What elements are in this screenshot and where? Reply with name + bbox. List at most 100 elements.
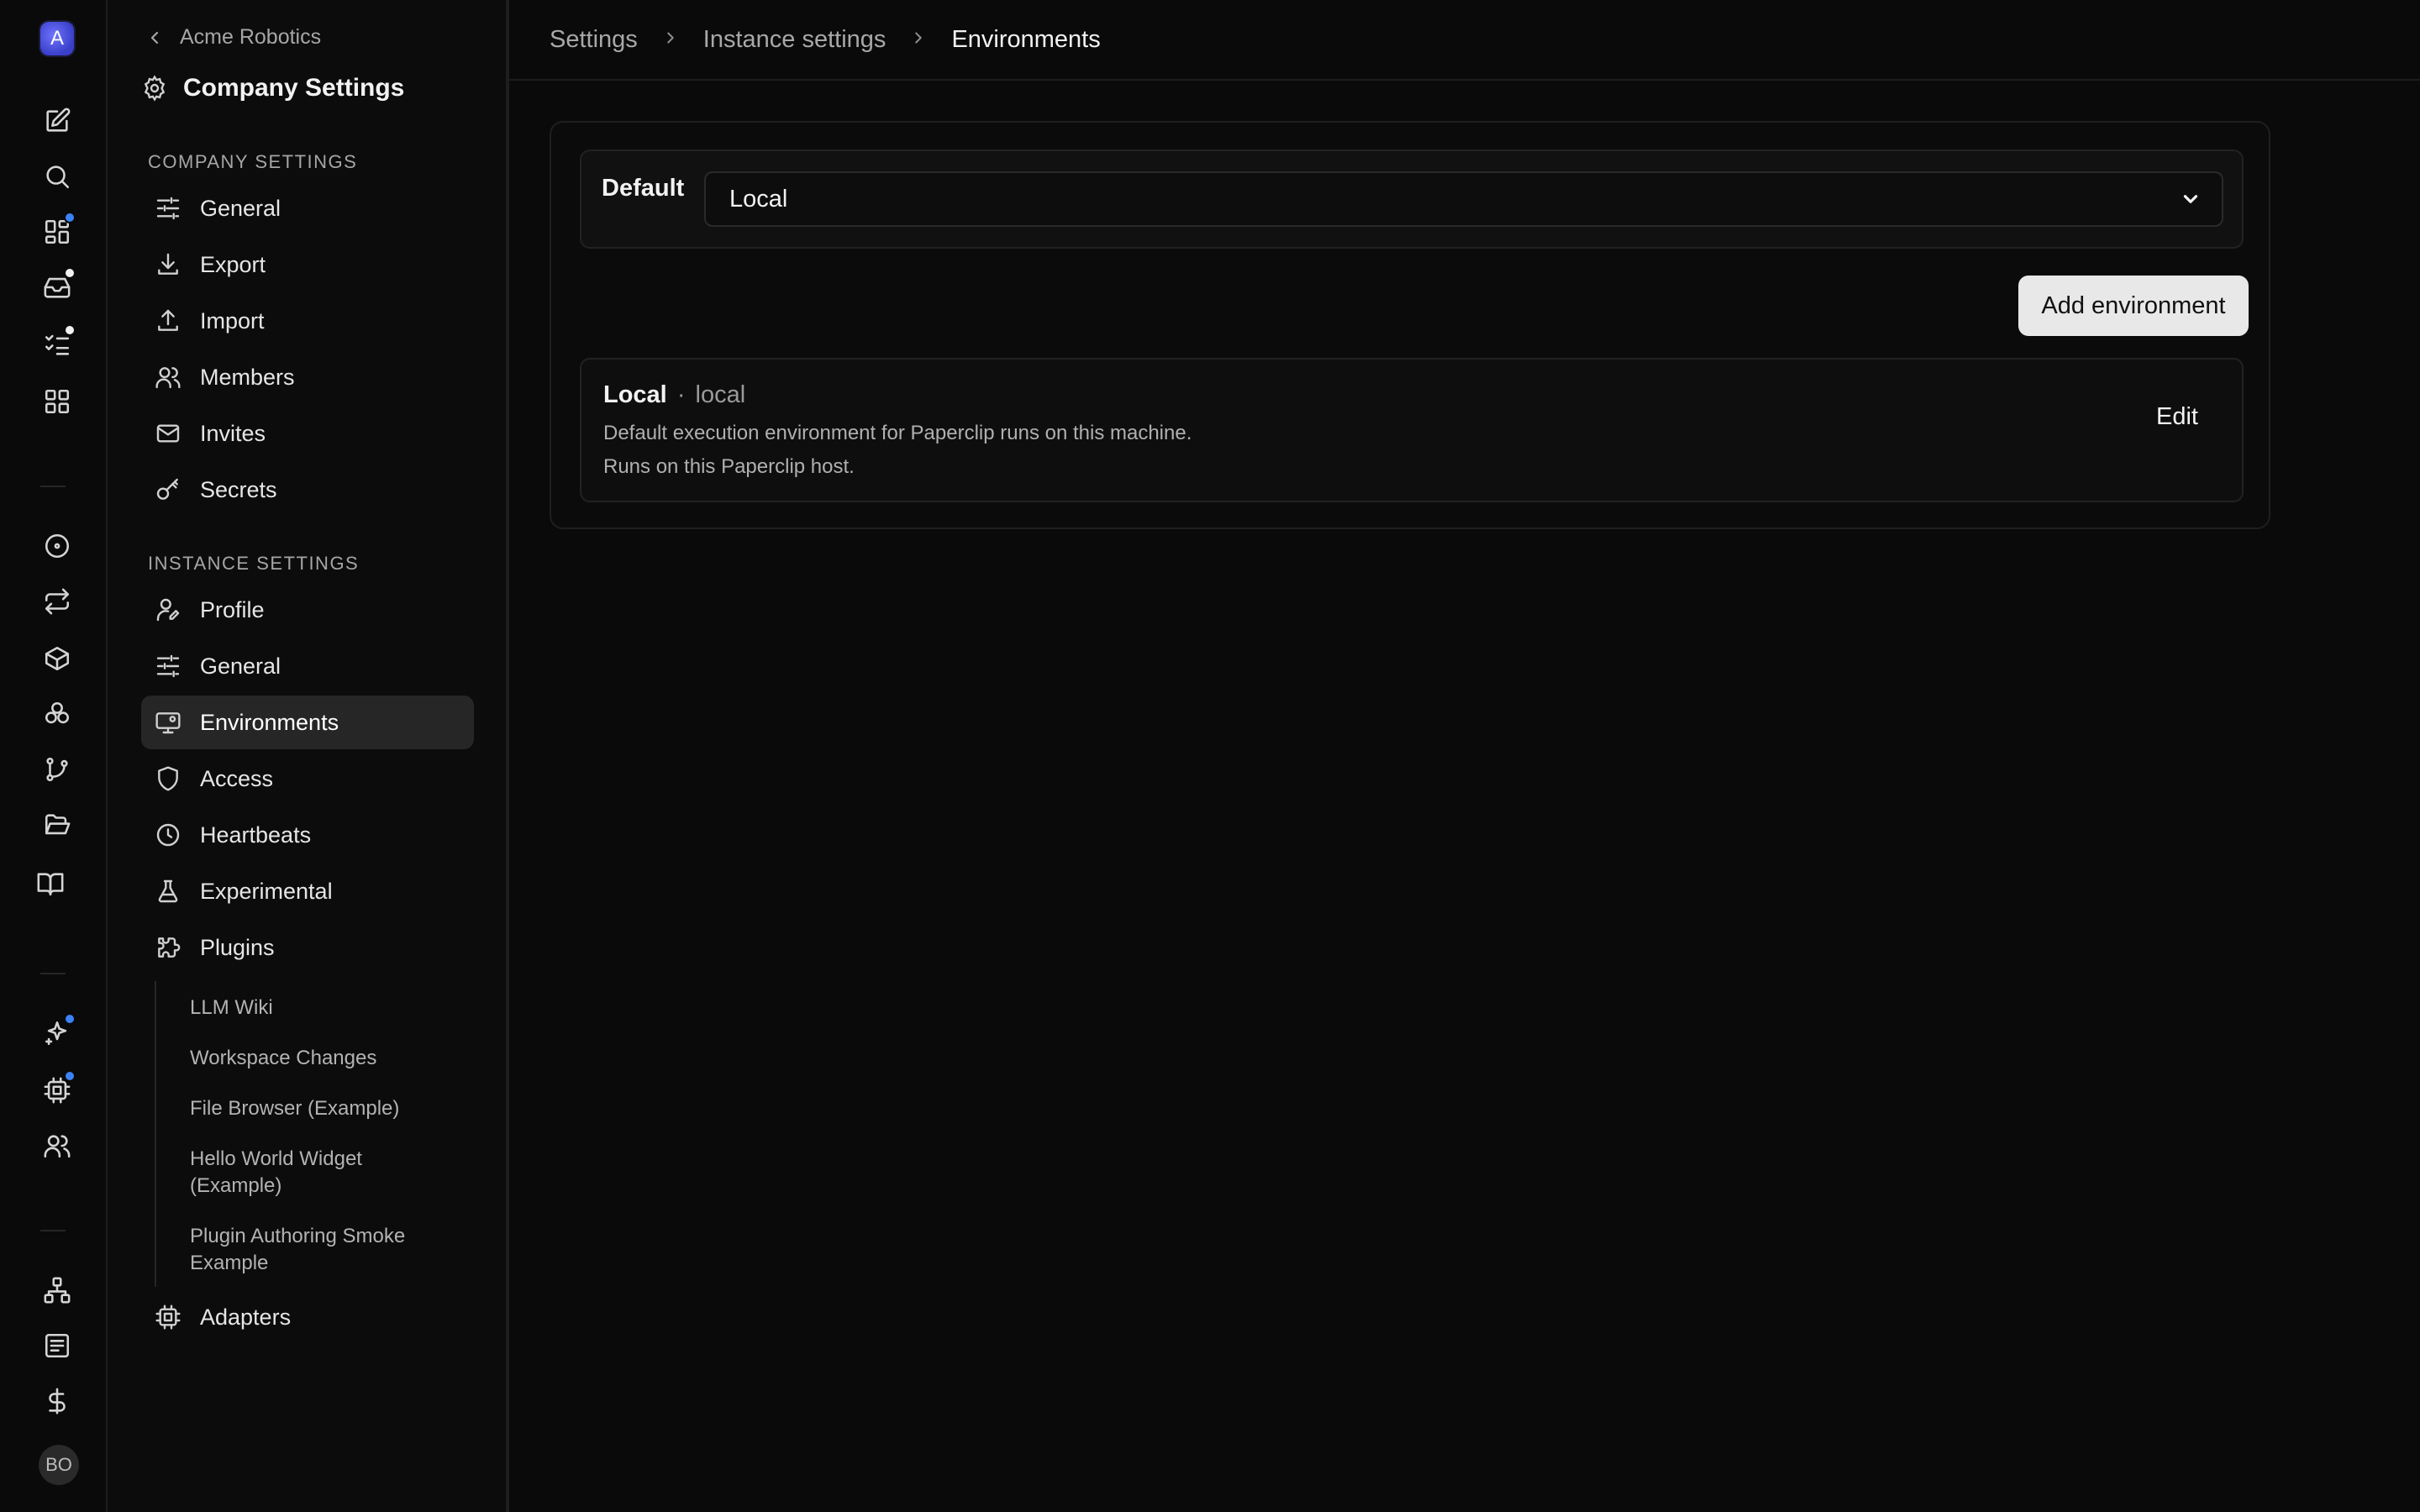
- breadcrumb-settings[interactable]: Settings: [550, 26, 638, 54]
- projects-button[interactable]: [30, 632, 84, 685]
- costs-button[interactable]: [30, 1374, 84, 1428]
- plugin-item-workspace-changes[interactable]: Workspace Changes: [190, 1045, 459, 1072]
- plugin-item-plugin-authoring-smoke[interactable]: Plugin Authoring Smoke Example: [190, 1223, 459, 1277]
- box-icon: [45, 646, 70, 671]
- key-icon: [156, 478, 178, 500]
- default-environment-select[interactable]: Local: [704, 171, 2223, 227]
- breadcrumb-instance-settings[interactable]: Instance settings: [703, 26, 886, 54]
- sidebar-item-plugins[interactable]: Plugins: [141, 921, 474, 974]
- shield-icon: [158, 766, 178, 791]
- notification-dot: [64, 1070, 76, 1082]
- dashboard-button[interactable]: [30, 205, 84, 259]
- sidebar-item-experimental[interactable]: Experimental: [141, 864, 474, 918]
- notification-dot: [64, 1013, 76, 1025]
- network-icon: [44, 1277, 71, 1304]
- docs-button[interactable]: [24, 857, 77, 911]
- circles-icon: [45, 701, 70, 724]
- plugin-item-hello-world-widget[interactable]: Hello World Widget (Example): [190, 1146, 459, 1200]
- users-icon: [44, 1135, 71, 1158]
- plugin-item-llm-wiki[interactable]: LLM Wiki: [190, 995, 459, 1021]
- environment-title: Local · local: [603, 381, 745, 409]
- files-button[interactable]: [30, 798, 84, 852]
- org-chart-button[interactable]: [30, 1263, 84, 1317]
- notification-dot: [64, 212, 76, 223]
- adapters-rail-button[interactable]: [30, 1063, 84, 1117]
- agents-button[interactable]: [30, 687, 84, 741]
- sidebar-item-heartbeats[interactable]: Heartbeats: [141, 808, 474, 862]
- sidebar-item-label: Secrets: [200, 476, 277, 502]
- upload-icon: [158, 309, 178, 331]
- sidebar-item-label: General: [200, 195, 281, 221]
- sidebar-item-environments[interactable]: Environments: [141, 696, 474, 749]
- puzzle-icon: [158, 937, 181, 958]
- default-environment-value: Local: [729, 185, 788, 213]
- environment-description: Default execution environment for Paperc…: [603, 422, 1192, 444]
- user-pen-icon: [156, 598, 180, 622]
- sidebar-item-label: Export: [200, 251, 266, 277]
- sidebar-item-invites[interactable]: Invites: [141, 407, 474, 460]
- team-button[interactable]: [30, 1119, 84, 1173]
- company-settings-section-label: COMPANY SETTINGS: [148, 151, 358, 172]
- edit-environment-button[interactable]: Edit: [2153, 396, 2202, 438]
- app-root: A BO Acme Robotics Company Settings COMP…: [0, 0, 2420, 1512]
- sidebar-item-label: General: [200, 653, 281, 679]
- sidebar-item-access[interactable]: Access: [141, 752, 474, 806]
- sidebar-item-adapters[interactable]: Adapters: [141, 1290, 474, 1344]
- inbox-button[interactable]: [30, 260, 84, 314]
- skills-button[interactable]: [30, 1006, 84, 1060]
- default-environment-label: Default: [602, 175, 685, 202]
- user-avatar[interactable]: BO: [39, 1445, 79, 1485]
- environment-host-note: Runs on this Paperclip host.: [603, 455, 855, 478]
- plugin-item-file-browser[interactable]: File Browser (Example): [190, 1095, 459, 1122]
- mail-icon: [156, 424, 180, 443]
- environments-panel: Default Local Add environment Local · lo…: [550, 121, 2270, 529]
- avatar-initials: BO: [45, 1454, 72, 1475]
- download-icon: [158, 253, 178, 275]
- sidebar-item-members[interactable]: Members: [141, 350, 474, 404]
- gear-icon: [144, 75, 166, 102]
- sidebar-item-label: Access: [200, 765, 274, 791]
- add-environment-button[interactable]: Add environment: [2018, 276, 2249, 336]
- sidebar-item-instance-general[interactable]: General: [141, 639, 474, 693]
- chevron-right-icon: [667, 31, 674, 44]
- back-link-label: Acme Robotics: [180, 25, 322, 49]
- sidebar-item-secrets[interactable]: Secrets: [141, 463, 474, 517]
- back-to-company-link[interactable]: Acme Robotics: [145, 25, 321, 50]
- sidebar-item-company-general[interactable]: General: [141, 181, 474, 235]
- routines-button[interactable]: [30, 575, 84, 628]
- sidebar-item-export[interactable]: Export: [141, 238, 474, 291]
- sidebar-item-label: Invites: [200, 420, 266, 446]
- environment-card: Local · local Default execution environm…: [580, 358, 2244, 502]
- activity-log-button[interactable]: [30, 1319, 84, 1373]
- sidebar-item-label: Profile: [200, 596, 265, 622]
- breadcrumb: Settings Instance settings Environments: [509, 0, 2420, 81]
- folder-open-icon: [45, 814, 71, 835]
- dollar-icon: [49, 1388, 66, 1415]
- settings-sidebar: Acme Robotics Company Settings COMPANY S…: [108, 0, 509, 1512]
- goals-button[interactable]: [30, 519, 84, 573]
- chevron-down-icon: [2183, 195, 2198, 203]
- sidebar-item-profile[interactable]: Profile: [141, 583, 474, 637]
- company-initial: A: [50, 27, 64, 50]
- plugin-list: LLM Wiki Workspace Changes File Browser …: [155, 981, 474, 1287]
- sliders-icon: [156, 197, 180, 220]
- sidebar-item-label: Experimental: [200, 878, 333, 904]
- clock-icon: [156, 823, 180, 847]
- branches-button[interactable]: [30, 743, 84, 796]
- monitor-cog-icon: [155, 712, 181, 734]
- grid-icon: [45, 389, 70, 414]
- company-logo[interactable]: A: [40, 22, 74, 55]
- notification-dot: [64, 324, 76, 336]
- breadcrumb-separator: [909, 26, 928, 54]
- pencil-square-icon: [46, 108, 71, 132]
- tasks-button[interactable]: [30, 318, 84, 371]
- sidebar-title: Company Settings: [141, 74, 404, 102]
- search-button[interactable]: [30, 150, 84, 203]
- sidebar-item-label: Heartbeats: [200, 822, 312, 848]
- apps-button[interactable]: [30, 375, 84, 428]
- sidebar-item-import[interactable]: Import: [141, 294, 474, 348]
- rail-divider: [40, 973, 66, 974]
- new-issue-button[interactable]: [30, 94, 84, 148]
- sliders-icon: [156, 654, 180, 678]
- environment-name: Local: [603, 381, 667, 408]
